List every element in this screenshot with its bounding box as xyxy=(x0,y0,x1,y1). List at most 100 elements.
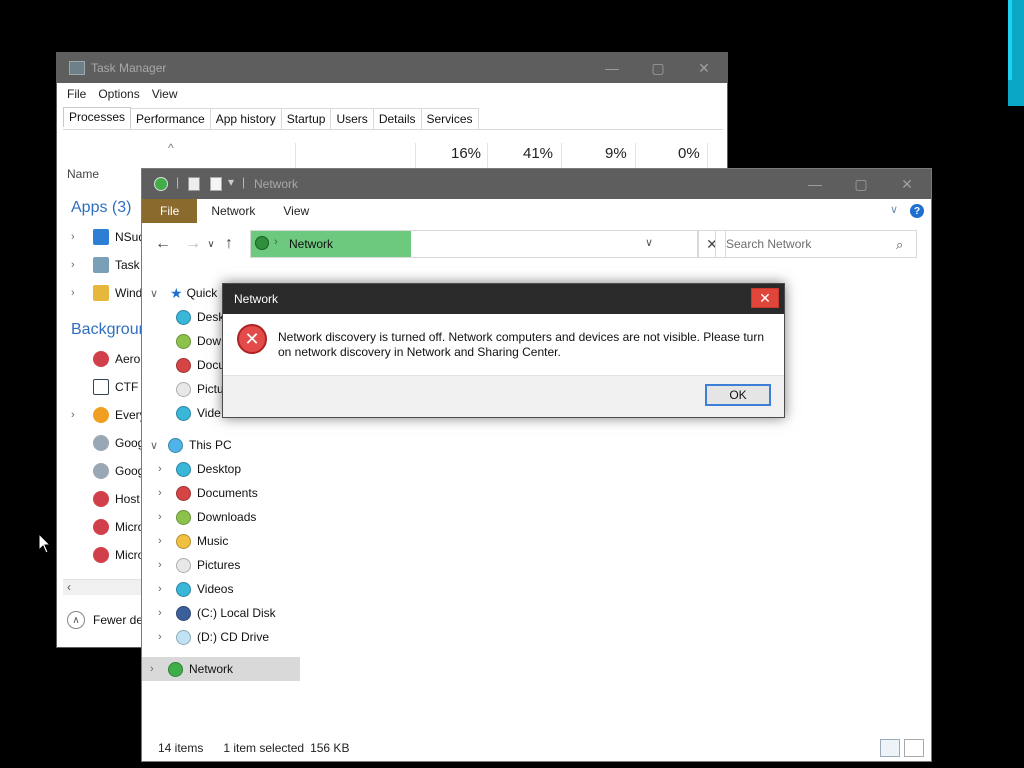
expand-ribbon-icon[interactable]: ∨ xyxy=(890,203,898,216)
expand-chevron-icon[interactable]: › xyxy=(71,409,85,421)
nav-pc-local-disk[interactable]: › (C:) Local Disk xyxy=(158,601,318,625)
expand-chevron-icon[interactable]: › xyxy=(71,259,85,271)
process-row[interactable]: Goog xyxy=(71,463,144,479)
expand-chevron-icon[interactable]: › xyxy=(158,607,172,619)
nav-label: (C:) Local Disk xyxy=(197,606,276,620)
horizontal-scrollbar[interactable]: ‹ xyxy=(63,579,143,595)
tab-divider xyxy=(63,129,723,130)
collapse-chevron-icon[interactable]: ∨ xyxy=(150,439,164,452)
menu-view[interactable]: View xyxy=(152,87,178,101)
expand-chevron-icon[interactable]: › xyxy=(158,487,172,499)
address-dropdown-icon[interactable]: ∨ xyxy=(645,236,653,249)
details-view-icon[interactable] xyxy=(880,739,900,757)
tab-performance[interactable]: Performance xyxy=(130,107,211,129)
ribbon-tab-network[interactable]: Network xyxy=(197,199,269,223)
expand-chevron-icon[interactable]: › xyxy=(158,583,172,595)
task-manager-titlebar[interactable]: Task Manager — ▢ ✕ xyxy=(57,53,727,83)
forward-arrow-icon[interactable]: → xyxy=(182,235,204,253)
process-row[interactable]: Host xyxy=(71,491,140,507)
ribbon-tab-view[interactable]: View xyxy=(269,199,323,223)
search-box[interactable]: ⌕ xyxy=(715,230,917,258)
network-usage-header[interactable]: 0% xyxy=(678,145,700,162)
tab-users[interactable]: Users xyxy=(330,107,374,129)
ribbon-tabs: File Network View xyxy=(142,199,931,223)
nav-pc-documents[interactable]: › Documents xyxy=(158,481,318,505)
name-column-header[interactable]: Name xyxy=(67,167,99,181)
menu-options[interactable]: Options xyxy=(98,87,139,101)
nav-label: Pictu xyxy=(197,382,224,396)
cpu-usage-header[interactable]: 16% xyxy=(451,145,481,162)
close-button[interactable]: ✕ xyxy=(681,53,727,83)
process-row[interactable]: Micro xyxy=(71,519,144,535)
scroll-left-icon[interactable]: ‹ xyxy=(67,580,71,594)
dialog-close-icon[interactable]: ✕ xyxy=(751,288,779,308)
explorer-titlebar[interactable]: | ▾ | Network — ▢ ✕ xyxy=(142,169,931,199)
nav-label: Desk xyxy=(197,310,225,324)
search-icon[interactable]: ⌕ xyxy=(896,237,903,253)
nav-pc-downloads[interactable]: › Downloads xyxy=(158,505,318,529)
address-bar[interactable]: › Network ∨ xyxy=(250,230,698,258)
ok-button[interactable]: OK xyxy=(705,384,771,406)
apps-section-title[interactable]: Apps (3) xyxy=(71,199,131,217)
nav-label: Music xyxy=(197,534,229,548)
tab-details[interactable]: Details xyxy=(372,107,422,129)
search-input[interactable] xyxy=(724,232,894,256)
breadcrumb-network[interactable]: Network xyxy=(289,237,333,251)
nav-pc-desktop[interactable]: › Desktop xyxy=(158,457,318,481)
expand-chevron-icon[interactable]: › xyxy=(158,559,172,571)
process-row[interactable]: Goog xyxy=(71,435,144,451)
disk-usage-header[interactable]: 9% xyxy=(605,145,627,162)
expand-chevron-icon[interactable]: › xyxy=(158,535,172,547)
process-row[interactable]: Micro xyxy=(71,547,144,563)
tab-startup[interactable]: Startup xyxy=(280,107,332,129)
new-folder-icon[interactable] xyxy=(210,177,222,191)
fewer-details-button[interactable]: ∧ Fewer de xyxy=(67,611,143,629)
expand-chevron-icon[interactable]: › xyxy=(150,663,164,675)
tab-app-history[interactable]: App history xyxy=(209,107,282,129)
background-section-title[interactable]: Backgroun xyxy=(71,321,148,339)
large-icons-view-icon[interactable] xyxy=(904,739,924,757)
maximize-button[interactable]: ▢ xyxy=(838,169,884,199)
breadcrumb-separator-icon[interactable]: › xyxy=(274,236,278,248)
process-icon xyxy=(93,547,109,563)
nav-label: This PC xyxy=(189,438,232,452)
memory-usage-header[interactable]: 41% xyxy=(523,145,553,162)
sort-indicator-icon[interactable]: ^ xyxy=(168,141,174,155)
nav-pc-pictures[interactable]: › Pictures xyxy=(158,553,318,577)
help-icon[interactable]: ? xyxy=(910,204,924,218)
properties-icon[interactable] xyxy=(188,177,200,191)
maximize-button[interactable]: ▢ xyxy=(635,53,681,83)
expand-chevron-icon[interactable]: › xyxy=(158,631,172,643)
expand-chevron-icon[interactable]: › xyxy=(71,287,85,299)
ribbon-tab-file[interactable]: File xyxy=(142,199,198,223)
tab-services[interactable]: Services xyxy=(420,107,479,129)
recent-locations-icon[interactable]: ∨ xyxy=(204,239,218,250)
process-name: Goog xyxy=(115,436,145,450)
dialog-titlebar[interactable]: Network ✕ xyxy=(223,284,784,314)
menu-file[interactable]: File xyxy=(67,87,86,101)
customize-quick-access-icon[interactable]: ▾ xyxy=(228,175,234,189)
nav-pc-music[interactable]: › Music xyxy=(158,529,318,553)
close-button[interactable]: ✕ xyxy=(884,169,930,199)
fewer-details-label: Fewer de xyxy=(93,613,144,627)
nav-this-pc[interactable]: ∨ This PC xyxy=(142,433,302,457)
task-manager-icon xyxy=(69,61,85,75)
nav-label: Quick xyxy=(186,286,218,300)
collapse-chevron-icon[interactable]: ∨ xyxy=(150,287,164,300)
up-arrow-icon[interactable]: ↑ xyxy=(218,235,240,253)
nav-network[interactable]: › Network xyxy=(142,657,300,681)
process-row[interactable]: › Wind xyxy=(71,285,142,301)
expand-chevron-icon[interactable]: › xyxy=(158,463,172,475)
expand-chevron-icon[interactable]: › xyxy=(71,231,85,243)
minimize-button[interactable]: — xyxy=(792,169,838,199)
process-row[interactable]: CTF L xyxy=(71,379,148,395)
process-row[interactable]: Aero xyxy=(71,351,140,367)
expand-chevron-icon[interactable]: › xyxy=(158,511,172,523)
process-row[interactable]: › Every xyxy=(71,407,146,423)
process-row[interactable]: › NSud xyxy=(71,229,145,245)
nav-pc-videos[interactable]: › Videos xyxy=(158,577,318,601)
tab-processes[interactable]: Processes xyxy=(63,107,132,127)
nav-pc-cd-drive[interactable]: › (D:) CD Drive xyxy=(158,625,318,649)
back-arrow-icon[interactable]: ← xyxy=(152,235,174,253)
minimize-button[interactable]: — xyxy=(589,53,635,83)
